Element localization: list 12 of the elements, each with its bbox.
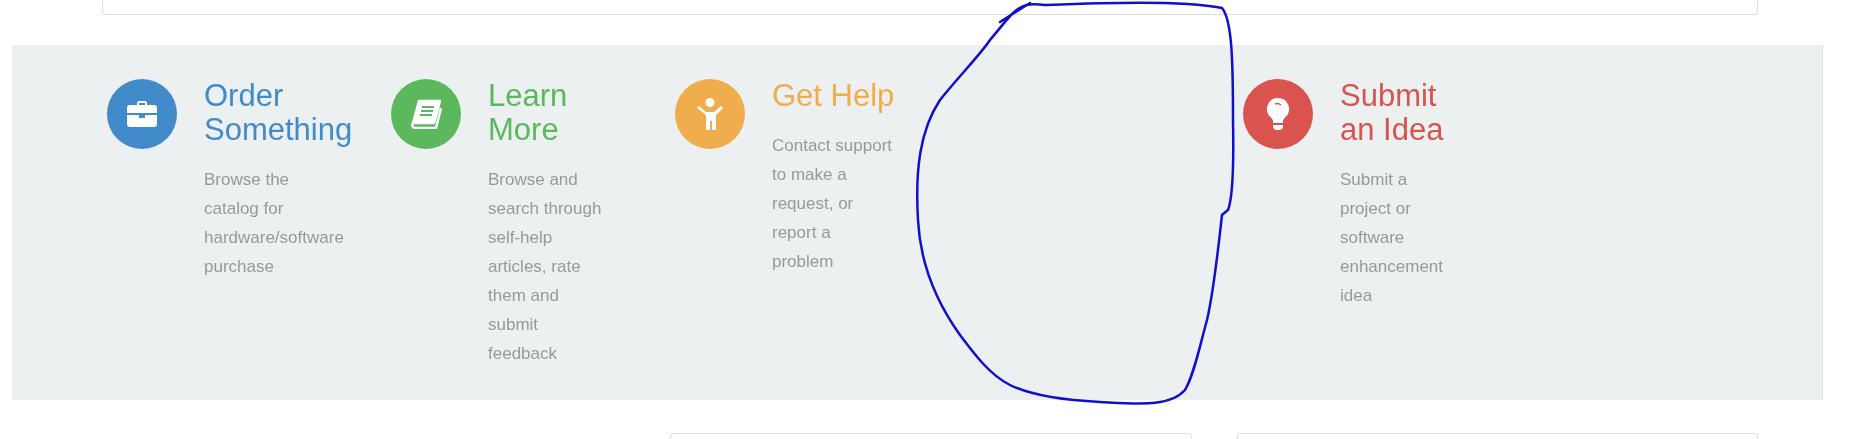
book-icon bbox=[410, 99, 442, 129]
lightbulb-icon bbox=[1267, 98, 1289, 130]
feature-description: Contact support to make a request, or report a problem bbox=[772, 135, 893, 273]
person-icon bbox=[697, 98, 723, 130]
feature-title[interactable]: Get Help bbox=[772, 79, 895, 113]
briefcase-icon bbox=[127, 101, 157, 127]
feature-title[interactable]: Submit an Idea bbox=[1340, 79, 1444, 147]
feature-title[interactable]: Order Something bbox=[204, 79, 353, 147]
feature-description: Submit a project or software enhancement idea bbox=[1340, 169, 1444, 307]
feature-description: Browse and search through self-help articles, rate them and submit feedback bbox=[488, 169, 602, 365]
feature-description: Browse the catalog for hardware/software purchase bbox=[204, 169, 345, 278]
feature-title[interactable]: Learn More bbox=[488, 79, 602, 147]
